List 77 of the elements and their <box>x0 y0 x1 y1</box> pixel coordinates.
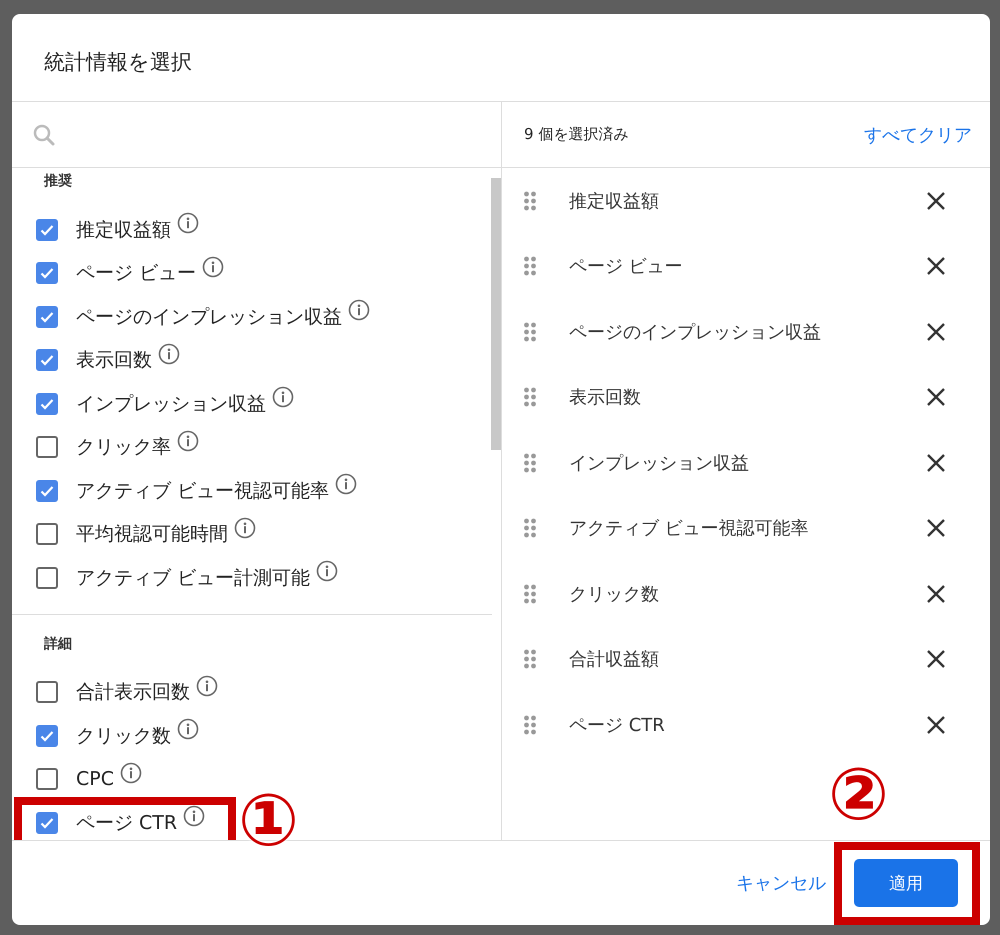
drag-handle-icon[interactable] <box>523 255 537 278</box>
selected-metric-label: 合計収益額 <box>569 648 660 672</box>
metric-label: ページ CTR <box>76 810 178 836</box>
close-icon[interactable] <box>926 322 946 342</box>
close-icon[interactable] <box>926 452 946 473</box>
annotation-number: ① <box>238 784 299 856</box>
metric-label: ページ ビュー <box>76 261 196 286</box>
checkbox[interactable] <box>36 812 58 834</box>
metric-label: アクティブ ビュー計測可能 <box>76 566 310 591</box>
selected-metric-label: アクティブ ビュー視認可能率 <box>569 517 810 540</box>
info-icon[interactable] <box>335 473 358 495</box>
info-icon[interactable] <box>316 560 338 582</box>
metric-label: クリック数 <box>76 724 171 749</box>
close-icon[interactable] <box>926 649 946 670</box>
checkbox[interactable] <box>36 724 58 747</box>
info-icon[interactable] <box>202 256 224 278</box>
checkbox[interactable] <box>36 392 58 415</box>
drag-handle-icon[interactable] <box>523 386 537 408</box>
section-heading: 詳細 <box>44 634 73 654</box>
selected-count: 9 個を選択済み <box>524 125 628 144</box>
checkbox[interactable] <box>36 306 58 328</box>
info-icon[interactable] <box>196 674 218 696</box>
cancel-button[interactable]: キャンセル <box>736 871 826 895</box>
close-icon[interactable] <box>926 190 946 211</box>
checkbox[interactable] <box>36 566 58 589</box>
metric-label: 合計表示回数 <box>76 680 190 706</box>
drag-handle-icon[interactable] <box>523 320 537 343</box>
metric-label: インプレッション収益 <box>76 392 266 417</box>
scrollbar[interactable] <box>491 178 501 450</box>
close-icon[interactable] <box>926 714 946 735</box>
info-icon[interactable] <box>177 212 199 234</box>
info-icon[interactable] <box>120 762 142 784</box>
selected-metric-label: 表示回数 <box>569 386 642 410</box>
metric-label: 推定収益額 <box>76 218 171 243</box>
drag-handle-icon[interactable] <box>523 648 537 670</box>
info-icon[interactable] <box>177 430 199 452</box>
info-icon[interactable] <box>183 805 206 827</box>
selected-metric-label: ページのインプレッション収益 <box>569 320 822 344</box>
selected-metric-label: クリック数 <box>569 582 660 606</box>
checkbox[interactable] <box>36 262 58 284</box>
metric-label: 表示回数 <box>76 348 152 374</box>
drag-handle-icon[interactable] <box>523 517 537 540</box>
search-icon <box>32 122 56 146</box>
drag-handle-icon[interactable] <box>523 582 537 605</box>
info-icon[interactable] <box>272 386 294 408</box>
metric-label: ページのインプレッション収益 <box>76 304 342 330</box>
selected-metric-label: インプレッション収益 <box>569 452 750 475</box>
info-icon[interactable] <box>234 516 256 538</box>
selected-metric-label: ページ CTR <box>569 714 666 737</box>
checkbox[interactable] <box>36 218 58 241</box>
selected-metric-label: ページ ビュー <box>569 255 684 278</box>
metric-label: クリック率 <box>76 435 171 460</box>
info-icon[interactable] <box>348 299 370 321</box>
metric-label: アクティブ ビュー視認可能率 <box>76 478 330 504</box>
dialog-title: 統計情報を選択 <box>12 14 990 102</box>
clear-all-link[interactable]: すべてクリア <box>864 122 972 146</box>
close-icon[interactable] <box>926 518 946 538</box>
checkbox[interactable] <box>36 436 58 458</box>
drag-handle-icon[interactable] <box>523 714 537 736</box>
close-icon[interactable] <box>926 584 946 604</box>
metric-label: 平均視認可能時間 <box>76 522 228 548</box>
metric-label: CPC <box>76 768 114 790</box>
checkbox[interactable] <box>36 480 58 502</box>
annotation-number: ② <box>828 758 889 830</box>
checkbox[interactable] <box>36 681 58 704</box>
info-icon[interactable] <box>177 718 199 740</box>
selected-metric-label: 推定収益額 <box>569 190 660 213</box>
drag-handle-icon[interactable] <box>523 190 537 212</box>
info-icon[interactable] <box>158 342 180 364</box>
drag-handle-icon[interactable] <box>523 452 537 474</box>
close-icon[interactable] <box>926 256 946 276</box>
close-icon[interactable] <box>926 387 946 408</box>
checkbox[interactable] <box>36 768 58 790</box>
section-heading: 推奨 <box>44 172 73 191</box>
checkbox[interactable] <box>36 523 58 546</box>
checkbox[interactable] <box>36 349 58 372</box>
apply-button[interactable]: 適用 <box>854 859 958 907</box>
